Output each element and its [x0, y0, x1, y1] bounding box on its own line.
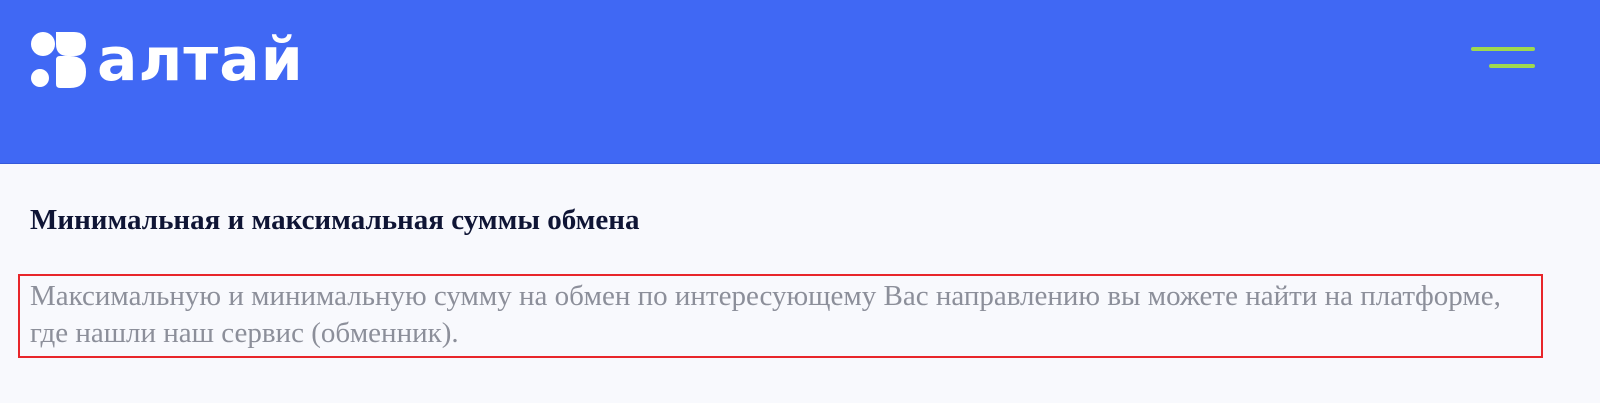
hamburger-menu-icon-line: [1489, 64, 1535, 68]
site-logo[interactable]: алтай: [30, 30, 320, 90]
faq-item: Минимальная и максимальная суммы обмена: [30, 200, 1540, 240]
hamburger-menu-icon: [1471, 47, 1535, 51]
faq-answer: Максимальную и минимальную сумму на обме…: [30, 280, 1501, 349]
logo-text: алтай: [97, 25, 304, 95]
logo-mark-icon: [31, 32, 86, 88]
menu-button[interactable]: [1467, 44, 1539, 74]
site-header: алтай: [0, 0, 1600, 164]
faq-question[interactable]: Минимальная и максимальная суммы обмена: [30, 200, 1540, 240]
